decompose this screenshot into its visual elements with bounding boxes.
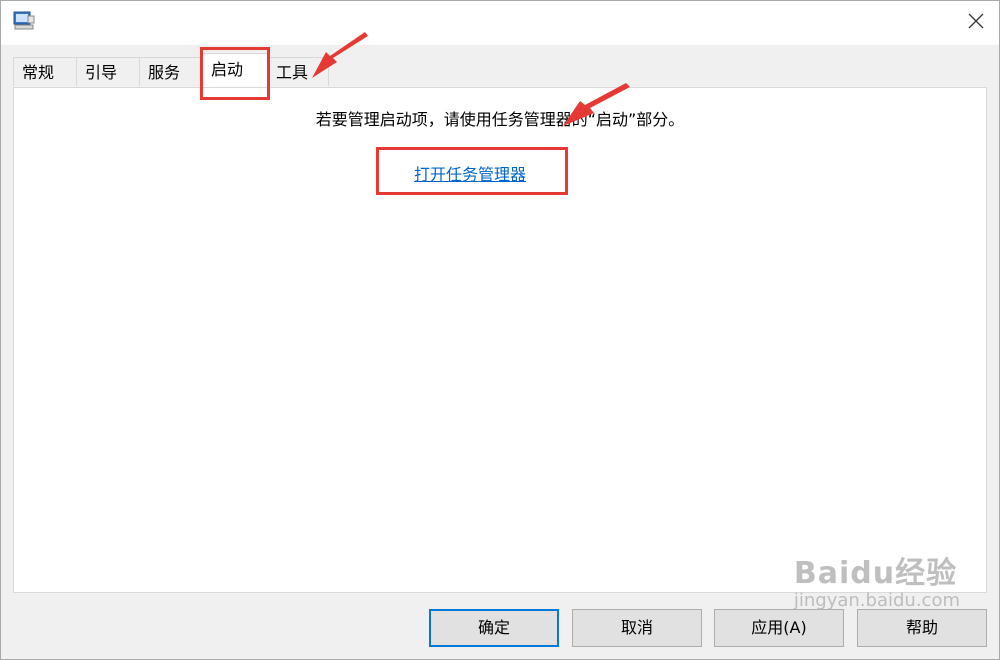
- annotation-arrows: [312, 32, 630, 126]
- arrow-to-tools-tab: [312, 32, 368, 78]
- arrow-to-startup-text: [563, 83, 630, 126]
